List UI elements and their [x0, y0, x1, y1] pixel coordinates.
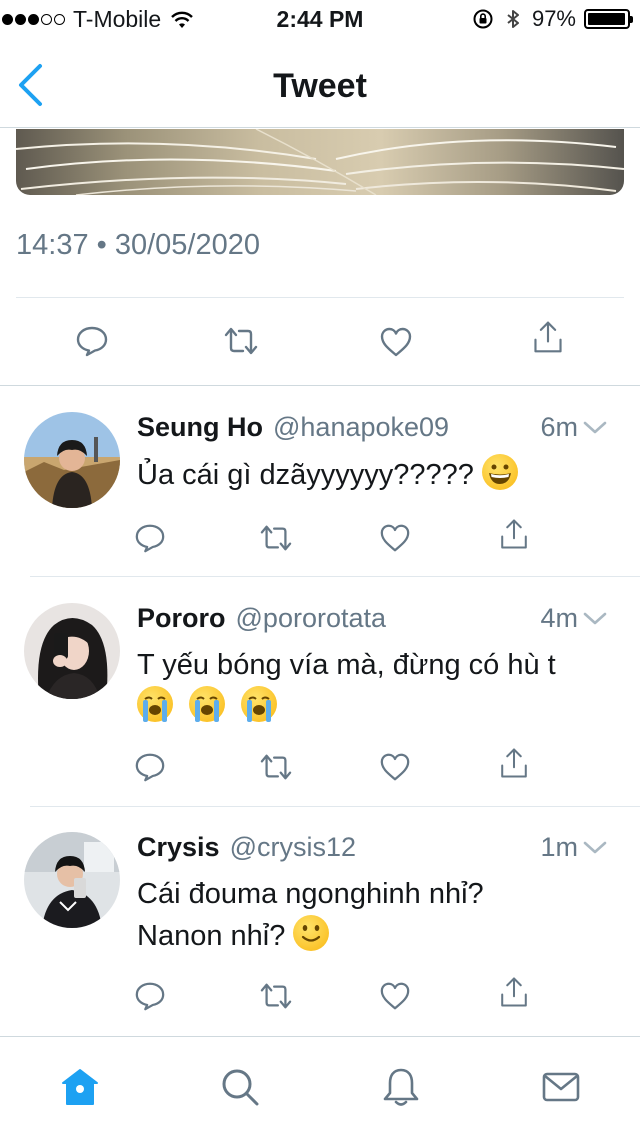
author-name[interactable]: Pororo	[137, 603, 226, 634]
chevron-down-icon[interactable]	[582, 611, 608, 627]
tweet-media-image[interactable]	[16, 129, 624, 195]
nav-bar: Tweet	[0, 40, 640, 128]
divider	[30, 806, 640, 807]
avatar-image	[24, 832, 120, 928]
whiskers-image	[16, 129, 624, 195]
divider	[16, 297, 624, 298]
messages-icon[interactable]	[541, 1067, 581, 1107]
divider	[30, 576, 640, 577]
page-title: Tweet	[273, 67, 367, 105]
reply-icon[interactable]	[134, 522, 166, 554]
notifications-icon[interactable]	[381, 1067, 421, 1107]
like-icon[interactable]	[379, 980, 411, 1012]
status-right: 97%	[472, 6, 633, 32]
reply-header: Crysis @crysis12	[137, 832, 356, 863]
tweet-actions	[0, 318, 640, 366]
author-handle[interactable]: @pororotata	[236, 603, 387, 634]
retweet-icon[interactable]	[260, 980, 292, 1012]
chevron-down-icon[interactable]	[582, 420, 608, 436]
rotation-lock-icon	[473, 9, 493, 29]
home-icon[interactable]	[60, 1067, 100, 1107]
reply-actions	[0, 748, 640, 787]
reply-text: T yếu bóng vía mà, đừng có hù t	[137, 645, 617, 728]
reply-time: 6m	[540, 412, 578, 442]
share-icon[interactable]	[498, 747, 530, 779]
avatar[interactable]	[24, 412, 120, 508]
loudly-crying-face-emoji-icon	[241, 686, 278, 722]
like-icon[interactable]	[379, 522, 411, 554]
bluetooth-icon	[507, 10, 519, 28]
like-icon[interactable]	[379, 751, 411, 783]
author-handle[interactable]: @crysis12	[230, 832, 356, 863]
share-icon[interactable]	[531, 320, 565, 354]
retweet-icon[interactable]	[260, 522, 292, 554]
divider	[0, 385, 640, 386]
tweet-timestamp: 14:37 • 30/05/2020	[16, 229, 260, 261]
reply-text-content: T yếu bóng vía mà, đừng có hù t	[137, 649, 556, 681]
avatar-image	[24, 412, 120, 508]
share-icon[interactable]	[498, 518, 530, 550]
battery-level	[588, 13, 625, 25]
avatar[interactable]	[24, 832, 120, 928]
avatar[interactable]	[24, 603, 120, 699]
battery-percent: 97%	[531, 6, 576, 31]
reply-text: Ủa cái gì dzãyyyyyy?????	[137, 454, 617, 496]
reply-time: 4m	[540, 603, 578, 633]
status-bar: T-Mobile 2:44 PM 97%	[0, 0, 640, 40]
reply-header: Pororo @pororotata	[137, 603, 386, 634]
reply-header: Seung Ho @hanapoke09	[137, 412, 449, 443]
author-name[interactable]: Seung Ho	[137, 412, 263, 443]
reply-icon[interactable]	[134, 751, 166, 783]
reply-text-line1: Cái đouma ngonghinh nhỉ?	[137, 878, 484, 910]
reply-actions	[0, 519, 640, 558]
author-name[interactable]: Crysis	[137, 832, 220, 863]
chevron-down-icon[interactable]	[582, 840, 608, 856]
retweet-icon[interactable]	[260, 751, 292, 783]
reply-icon[interactable]	[75, 324, 109, 358]
share-icon[interactable]	[498, 976, 530, 1008]
reply-icon[interactable]	[134, 980, 166, 1012]
reply-actions	[0, 977, 640, 1016]
slightly-smiling-face-emoji-icon	[293, 915, 330, 951]
grinning-face-emoji-icon	[481, 454, 518, 490]
battery-icon	[584, 9, 633, 29]
author-handle[interactable]: @hanapoke09	[273, 412, 449, 443]
reply-text-content: Ủa cái gì dzãyyyyyy?????	[137, 459, 474, 491]
like-icon[interactable]	[379, 325, 413, 359]
reply-time: 1m	[540, 832, 578, 862]
search-icon[interactable]	[220, 1067, 260, 1107]
reply-text: Cái đouma ngonghinh nhỉ? Nanon nhỉ?	[137, 874, 617, 957]
loudly-crying-face-emoji-icon	[189, 686, 226, 722]
tab-bar	[0, 1036, 640, 1136]
avatar-image	[24, 603, 120, 699]
retweet-icon[interactable]	[224, 324, 258, 358]
reply-text-line2: Nanon nhỉ?	[137, 920, 286, 952]
loudly-crying-face-emoji-icon	[137, 686, 173, 722]
